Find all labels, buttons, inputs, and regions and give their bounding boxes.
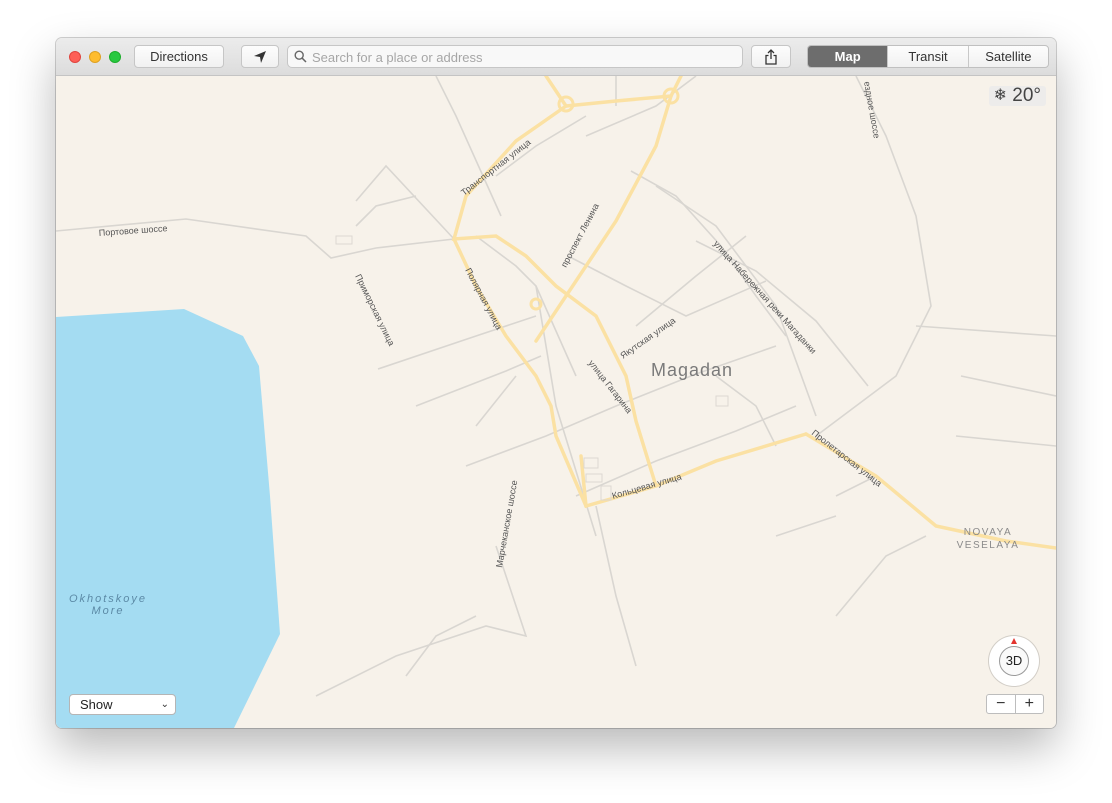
search-icon: [294, 50, 307, 63]
zoom-in-button[interactable]: +: [1016, 695, 1044, 713]
map-canvas[interactable]: Портовое шоссе Транспортная улица проспе…: [56, 76, 1056, 728]
directions-button[interactable]: Directions: [134, 45, 224, 68]
search-field[interactable]: [287, 45, 743, 68]
weather-badge: ❄ 20°: [988, 85, 1046, 106]
current-location-button[interactable]: [241, 45, 279, 68]
tab-transit[interactable]: Transit: [887, 46, 967, 67]
3d-label: 3D: [999, 646, 1029, 676]
zoom-control: − +: [986, 694, 1044, 714]
show-dropdown[interactable]: Show ⌄: [69, 694, 176, 715]
search-input[interactable]: [310, 47, 734, 68]
water-label-line2: More: [91, 605, 124, 617]
maps-window: Directions Map Transit Satellite: [56, 38, 1056, 728]
minimize-window-button[interactable]: [89, 51, 101, 63]
show-label: Show: [80, 697, 113, 712]
north-indicator-icon: [1011, 638, 1017, 644]
district-label-line2: VESELAYA: [957, 540, 1020, 551]
snowflake-icon: ❄: [993, 87, 1007, 104]
chevron-down-icon: ⌄: [160, 699, 169, 710]
temperature-value: 20°: [1012, 85, 1041, 106]
share-icon: [765, 49, 777, 65]
zoom-window-button[interactable]: [109, 51, 121, 63]
city-label: Magadan: [651, 360, 733, 380]
compass-3d-button[interactable]: 3D: [989, 636, 1039, 686]
zoom-out-button[interactable]: −: [987, 695, 1016, 713]
tab-satellite[interactable]: Satellite: [967, 46, 1048, 67]
tab-map[interactable]: Map: [808, 46, 888, 67]
toolbar: Directions Map Transit Satellite: [56, 38, 1056, 76]
sea-water: [56, 309, 280, 728]
water-label-line1: Okhotskoye: [69, 593, 147, 605]
share-button[interactable]: [751, 45, 791, 68]
location-arrow-icon: [254, 51, 266, 63]
district-label-line1: NOVAYA: [964, 527, 1012, 538]
close-window-button[interactable]: [69, 51, 81, 63]
map-mode-segmented-control: Map Transit Satellite: [807, 45, 1049, 68]
map-view[interactable]: Портовое шоссе Транспортная улица проспе…: [56, 76, 1056, 728]
